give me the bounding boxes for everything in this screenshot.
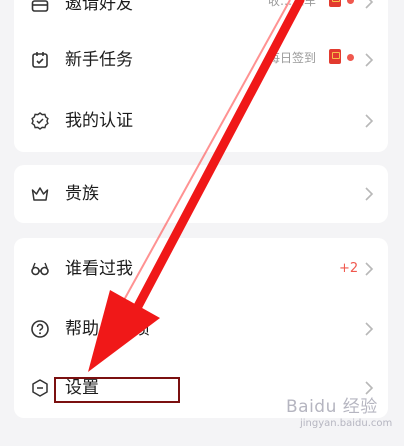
gift-icon — [30, 0, 50, 14]
invite-hint: 收…工车 — [268, 0, 317, 8]
chevron-right-icon — [364, 0, 374, 10]
daily-checkin-hint: 每日签到 — [268, 51, 317, 65]
crown-icon — [30, 184, 50, 204]
visitor-count: +2 — [339, 261, 359, 276]
red-envelope-icon — [329, 49, 341, 64]
menu-item-label: 贵族 — [65, 184, 99, 204]
menu-item-noble[interactable]: 贵族 — [14, 165, 388, 223]
chevron-right-icon — [364, 52, 374, 68]
watermark-url: jingyan.baidu.com — [300, 418, 393, 429]
menu-card-noble: 贵族 — [14, 165, 388, 223]
chevron-right-icon — [364, 261, 374, 277]
menu-item-newbie-tasks[interactable]: 新手任务 每日签到 — [14, 30, 388, 90]
help-icon — [30, 319, 50, 339]
menu-item-visitors[interactable]: 谁看过我 +2 — [14, 238, 388, 298]
watermark-brand: Baidu 经验 — [286, 397, 378, 417]
settings-icon — [30, 378, 50, 398]
menu-item-help-feedback[interactable]: 帮助与反馈 — [14, 298, 388, 358]
notification-dot — [347, 54, 354, 61]
chevron-right-icon — [364, 113, 374, 129]
notification-dot — [347, 0, 354, 4]
menu-item-label: 我的认证 — [65, 111, 133, 131]
annotation-highlight-box — [54, 377, 180, 403]
menu-item-label: 新手任务 — [65, 50, 133, 70]
menu-item-label: 邀请好友 — [65, 0, 133, 14]
calendar-check-icon — [30, 50, 50, 70]
menu-item-verification[interactable]: 我的认证 — [14, 90, 388, 150]
badge-check-icon — [30, 111, 50, 131]
red-envelope-icon — [329, 0, 341, 7]
glasses-icon — [30, 259, 50, 279]
chevron-right-icon — [364, 321, 374, 337]
menu-item-label: 谁看过我 — [65, 259, 133, 279]
menu-card-tasks: 邀请好友 收…工车 新手任务 每日签到 我的认证 — [14, 0, 388, 152]
menu-item-label: 帮助与反馈 — [65, 319, 150, 339]
chevron-right-icon — [364, 186, 374, 202]
